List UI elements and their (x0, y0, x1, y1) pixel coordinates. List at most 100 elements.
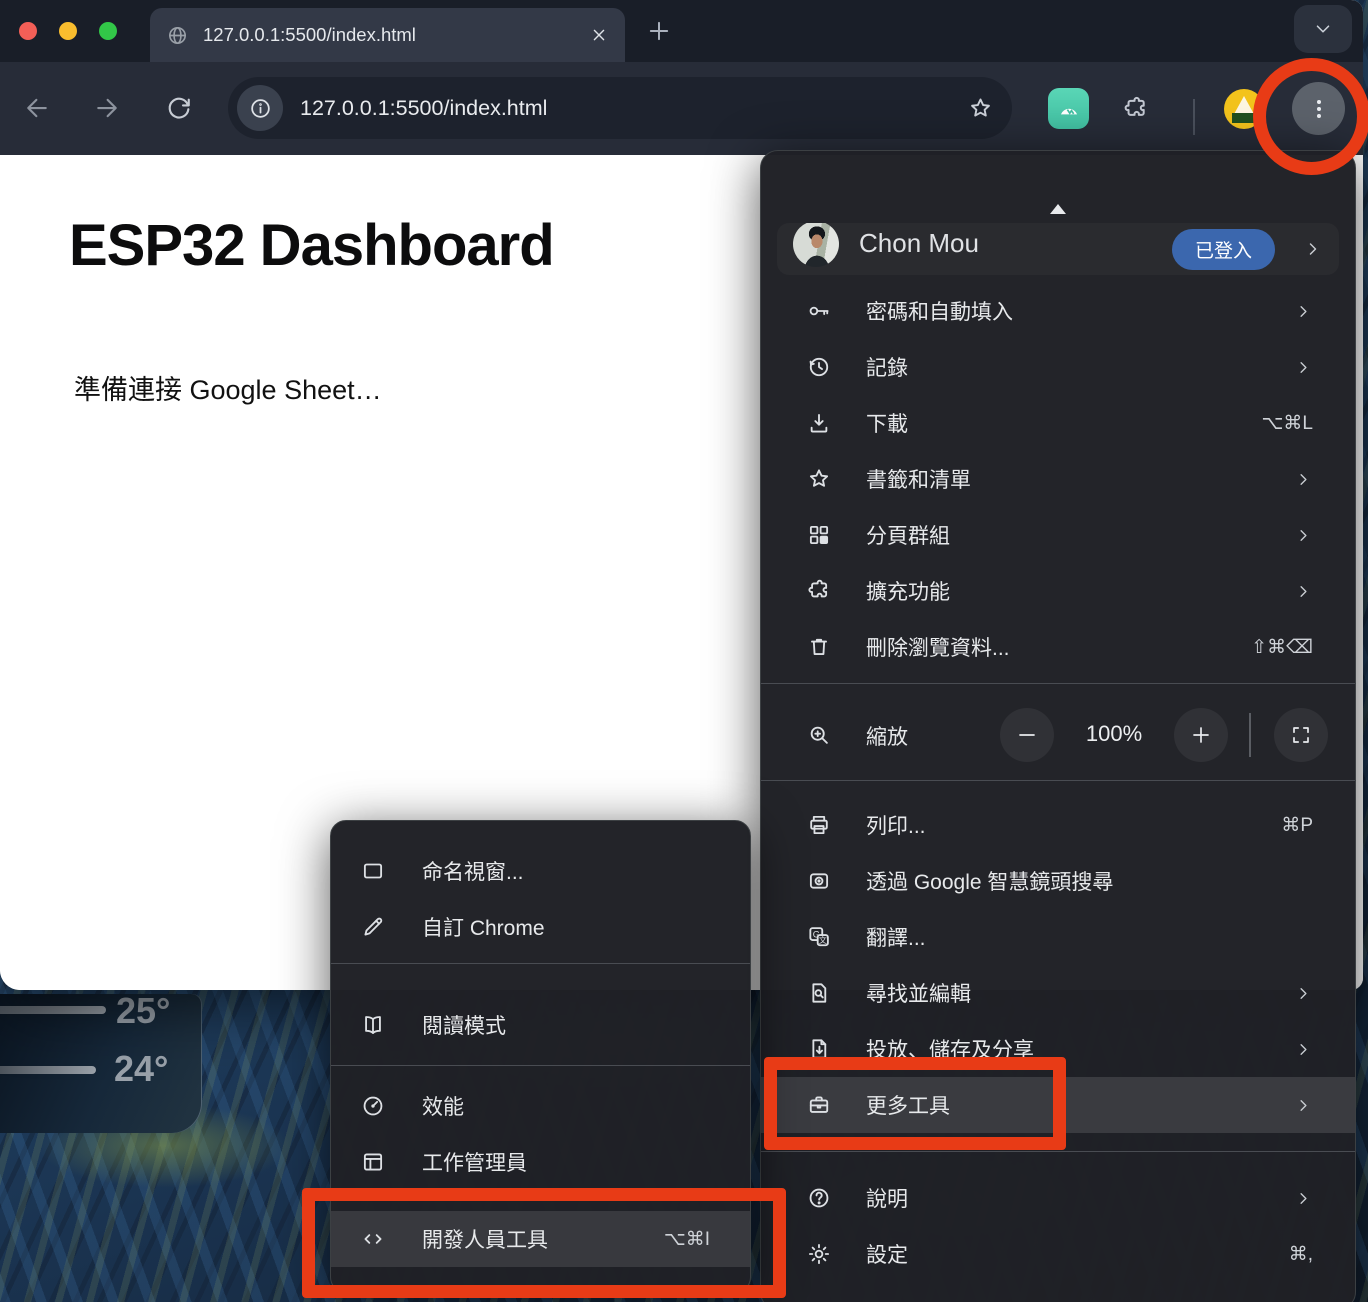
extensions-puzzle-button[interactable] (1122, 95, 1150, 123)
temperature-bar (0, 1066, 96, 1074)
submenu-item-name-window[interactable]: 命名視窗... (331, 843, 750, 899)
submenu-item-label: 閱讀模式 (422, 1010, 710, 1040)
performance-icon (360, 1093, 386, 1119)
reading-mode-icon (360, 1012, 386, 1038)
temperature-bar (0, 1006, 106, 1014)
address-bar[interactable]: 127.0.0.1:5500/index.html (228, 77, 1012, 139)
zoom-icon (806, 722, 832, 748)
menu-item-extensions[interactable]: 擴充功能 (761, 563, 1355, 619)
minus-icon (1015, 723, 1039, 747)
tab-bar: 127.0.0.1:5500/index.html (0, 0, 1363, 62)
submenu-item-task-manager[interactable]: 工作管理員 (331, 1134, 750, 1190)
chevron-right-icon (1294, 1040, 1313, 1059)
extension-nord-button[interactable] (1048, 88, 1089, 129)
browser-toolbar: 127.0.0.1:5500/index.html (0, 62, 1363, 155)
back-button[interactable] (22, 93, 52, 123)
fullscreen-icon (1289, 723, 1313, 747)
zoom-out-button[interactable] (1000, 708, 1054, 762)
menu-item-label: 下載 (866, 408, 1242, 438)
submenu-item-label: 工作管理員 (422, 1147, 710, 1177)
close-tab-icon[interactable] (589, 25, 609, 45)
svg-text:文: 文 (819, 935, 827, 945)
zoom-in-button[interactable] (1174, 708, 1228, 762)
shortcut-label: ⌘, (1289, 1243, 1313, 1266)
menu-group-3: 說明 設定 ⌘, (761, 1170, 1355, 1282)
fullscreen-button[interactable] (1274, 708, 1328, 762)
temperature-value: 25° (116, 990, 170, 1032)
submenu-item-performance[interactable]: 效能 (331, 1078, 750, 1134)
submenu-item-label: 效能 (422, 1091, 710, 1121)
menu-item-downloads[interactable]: 下載 ⌥⌘L (761, 395, 1355, 451)
chevron-right-icon (1294, 302, 1313, 321)
name-window-icon (360, 858, 386, 884)
menu-item-find-and-edit[interactable]: 尋找並編輯 (761, 965, 1355, 1021)
menu-item-help[interactable]: 說明 (761, 1170, 1355, 1226)
menu-item-zoom: 縮放 100% (761, 692, 1355, 778)
submenu-item-customize-chrome[interactable]: 自訂 Chrome (331, 899, 750, 955)
zoom-divider (1249, 713, 1251, 757)
weather-widget: 25° 24° (0, 994, 202, 1133)
shortcut-label: ⇧⌘⌫ (1251, 636, 1313, 659)
toolbar-divider (1193, 99, 1195, 135)
menu-item-print[interactable]: 列印... ⌘P (761, 797, 1355, 853)
new-tab-button[interactable] (645, 17, 673, 45)
find-icon (806, 980, 832, 1006)
menu-scroll-up[interactable] (761, 151, 1355, 223)
url-text[interactable]: 127.0.0.1:5500/index.html (300, 96, 967, 121)
shortcut-label: ⌥⌘L (1262, 412, 1313, 435)
site-info-button[interactable] (237, 85, 283, 131)
minimize-window-button[interactable] (59, 22, 77, 40)
zoom-label: 縮放 (866, 721, 908, 751)
download-icon (806, 410, 832, 436)
extensions-icon (806, 578, 832, 604)
reload-button[interactable] (164, 93, 194, 123)
zoom-window-button[interactable] (99, 22, 117, 40)
chevron-right-icon (1303, 239, 1323, 259)
submenu-group-1: 命名視窗... 自訂 Chrome (331, 821, 750, 955)
bookmark-star-icon[interactable] (967, 95, 994, 122)
printer-icon (806, 812, 832, 838)
tab-search-button[interactable] (1294, 5, 1352, 53)
task-manager-icon (360, 1149, 386, 1175)
trash-icon (806, 634, 832, 660)
menu-item-translate[interactable]: G文 翻譯... (761, 909, 1355, 965)
menu-item-google-lens-search[interactable]: 透過 Google 智慧鏡頭搜尋 (761, 853, 1355, 909)
menu-item-bookmarks-lists[interactable]: 書籤和清單 (761, 451, 1355, 507)
chevron-right-icon (1294, 1189, 1313, 1208)
menu-item-label: 分頁群組 (866, 520, 1294, 550)
profile-row[interactable]: Chon Mou 已登入 (777, 223, 1339, 275)
page-title: ESP32 Dashboard (69, 212, 554, 279)
submenu-item-label: 命名視窗... (422, 856, 710, 886)
chevron-right-icon (1294, 984, 1313, 1003)
menu-item-history[interactable]: 記錄 (761, 339, 1355, 395)
mountain-icon (1056, 96, 1082, 122)
zoom-value: 100% (1054, 721, 1174, 747)
menu-item-label: 設定 (866, 1239, 1269, 1269)
scroll-up-arrow-icon (1048, 202, 1068, 215)
globe-icon (166, 24, 189, 47)
tab-groups-icon (806, 522, 832, 548)
menu-item-label: 列印... (866, 810, 1261, 840)
menu-item-label: 刪除瀏覽資料... (866, 632, 1231, 662)
tab-title: 127.0.0.1:5500/index.html (203, 24, 589, 46)
close-window-button[interactable] (19, 22, 37, 40)
submenu-item-reading-mode[interactable]: 閱讀模式 (331, 997, 750, 1053)
menu-item-tab-groups[interactable]: 分頁群組 (761, 507, 1355, 563)
menu-item-settings[interactable]: 設定 ⌘, (761, 1226, 1355, 1282)
history-icon (806, 354, 832, 380)
menu-item-label: 翻譯... (866, 922, 1313, 952)
forward-button[interactable] (92, 93, 122, 123)
browser-tab[interactable]: 127.0.0.1:5500/index.html (150, 8, 625, 62)
submenu-group-2: 閱讀模式 (331, 972, 750, 1065)
submenu-group-3: 效能 工作管理員 (331, 1066, 750, 1200)
chevron-right-icon (1294, 358, 1313, 377)
star-icon (806, 466, 832, 492)
menu-item-label: 擴充功能 (866, 576, 1294, 606)
screenshot-root: 25° 24° 127.0.0.1:5500/index.html (0, 0, 1368, 1302)
submenu-separator (331, 963, 750, 964)
menu-item-clear-browsing-data[interactable]: 刪除瀏覽資料... ⇧⌘⌫ (761, 619, 1355, 675)
submenu-item-label: 自訂 Chrome (422, 912, 710, 942)
menu-item-label: 透過 Google 智慧鏡頭搜尋 (866, 866, 1313, 896)
menu-item-passwords-autofill[interactable]: 密碼和自動填入 (761, 283, 1355, 339)
key-icon (806, 298, 832, 324)
